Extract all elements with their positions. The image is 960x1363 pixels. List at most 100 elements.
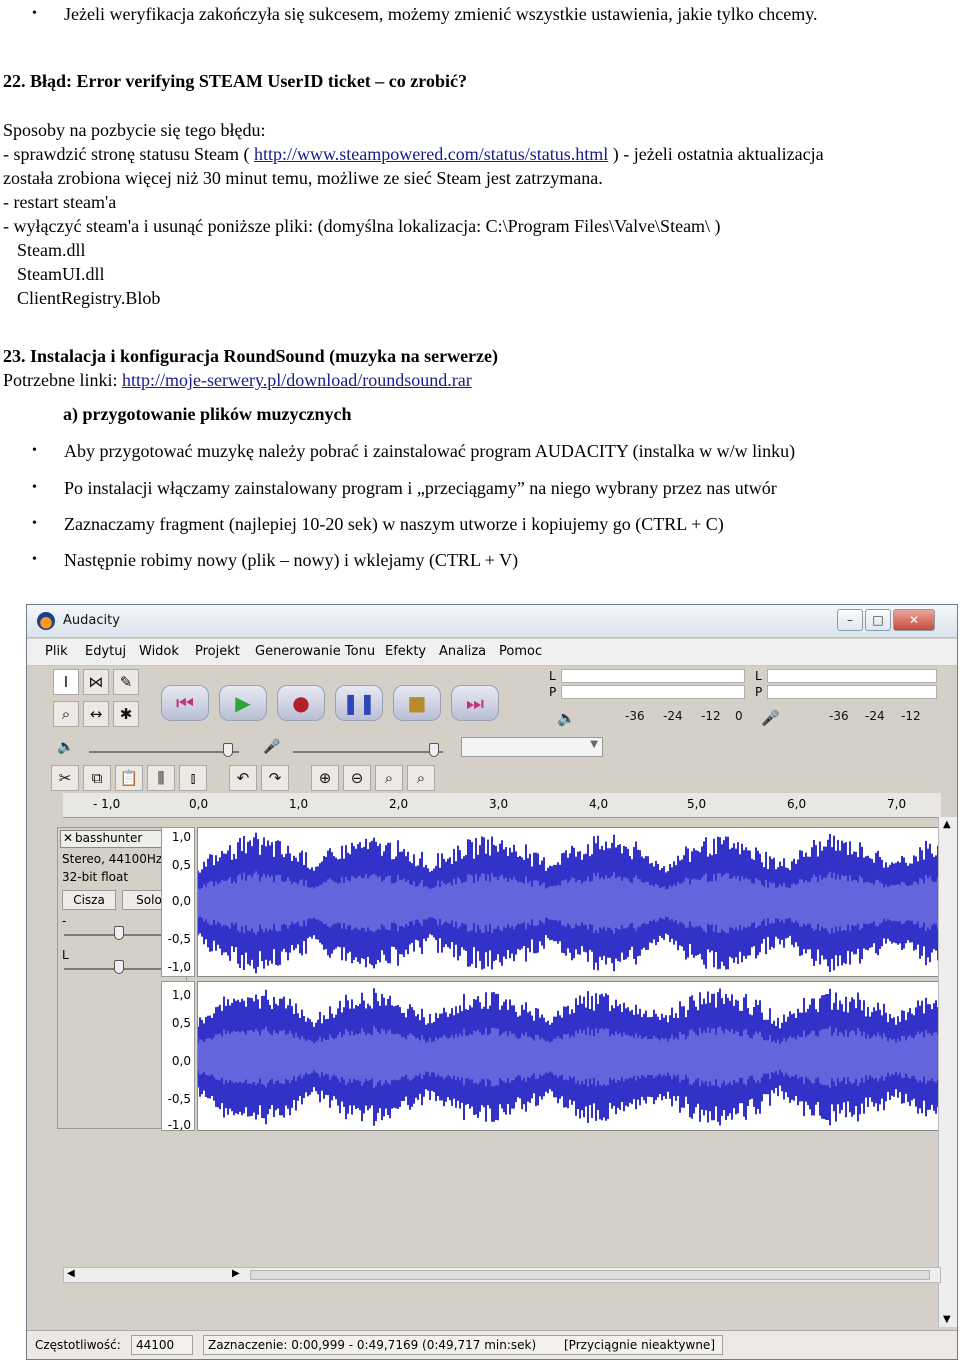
record-meter-left: [767, 669, 937, 683]
section-22-title: 22. Błąd: Error verifying STEAM UserID t…: [3, 71, 467, 91]
pause-icon[interactable]: ❚❚: [335, 685, 383, 721]
status-check-line: - sprawdzić stronę statusu Steam ( http:…: [3, 143, 824, 165]
vertical-scale-left: 1,0 0,5 0,0 -0,5 -1,0: [161, 827, 195, 977]
scroll-left-icon[interactable]: ◀: [67, 1268, 75, 1279]
play-icon[interactable]: ▶: [219, 685, 267, 721]
ruler-tick: 3,0: [489, 797, 509, 811]
audacity-logo-icon: [37, 612, 55, 630]
gain-thumb[interactable]: [114, 926, 124, 940]
menu-project[interactable]: Projekt: [195, 644, 240, 659]
playback-meter-right: [561, 685, 745, 699]
envelope-tool-icon[interactable]: ⋈: [83, 669, 109, 695]
waveform-left-channel[interactable]: [197, 827, 941, 977]
project-rate-value[interactable]: 44100: [131, 1335, 193, 1355]
status-check-post: ) - jeżeli ostatnia aktualizacja: [608, 144, 824, 164]
trim-icon[interactable]: ⫼: [147, 765, 175, 791]
menu-generate[interactable]: Generowanie Tonu: [255, 644, 375, 659]
mute-button[interactable]: Cisza: [62, 890, 116, 910]
menu-bar: Plik Edytuj Widok Projekt Generowanie To…: [27, 639, 957, 666]
redo-icon[interactable]: ↷: [261, 765, 289, 791]
track-name: basshunter: [75, 831, 143, 845]
zoom-tool-icon[interactable]: ⌕: [53, 701, 79, 727]
chevron-down-icon: ▼: [590, 739, 598, 750]
scale-tick: -0,5: [167, 932, 191, 946]
status-check-pre: - sprawdzić stronę statusu Steam (: [3, 144, 254, 164]
undo-icon[interactable]: ↶: [229, 765, 257, 791]
playback-meter-left-label: L: [549, 669, 556, 683]
ruler-tick: 2,0: [389, 797, 409, 811]
draw-tool-icon[interactable]: ✎: [113, 669, 139, 695]
subsection-a-title: a) przygotowanie plików muzycznych: [63, 404, 352, 424]
copy-icon[interactable]: ⧉: [83, 765, 111, 791]
maximize-button[interactable]: □: [865, 609, 891, 631]
horizontal-scrollbar[interactable]: ◀ ▶: [63, 1267, 941, 1283]
scroll-right-icon[interactable]: ▶: [232, 1268, 240, 1279]
output-volume-icon: 🔈: [57, 739, 75, 755]
paste-icon[interactable]: 📋: [115, 765, 143, 791]
title-bar: Audacity – □ ✕: [27, 605, 957, 638]
menu-help[interactable]: Pomoc: [499, 644, 542, 659]
scroll-down-icon[interactable]: ▼: [943, 1314, 951, 1325]
cut-icon[interactable]: ✂: [51, 765, 79, 791]
vertical-scrollbar[interactable]: ▲ ▼: [938, 817, 957, 1327]
menu-effects[interactable]: Efekty: [385, 644, 426, 659]
file-steamui-dll: SteamUI.dll: [17, 264, 105, 284]
menu-file[interactable]: Plik: [45, 644, 68, 659]
fit-selection-icon[interactable]: ⌕: [375, 765, 403, 791]
input-volume-slider[interactable]: [293, 751, 443, 753]
menu-edit[interactable]: Edytuj: [85, 644, 126, 659]
playback-meter-left: [561, 669, 745, 683]
file-steam-dll: Steam.dll: [17, 240, 86, 260]
links-line: Potrzebne linki: http://moje-serwery.pl/…: [3, 369, 472, 391]
timeshift-tool-icon[interactable]: ↔: [83, 701, 109, 727]
meter-db-tick: -12: [701, 709, 721, 723]
waveform-right-svg: [198, 988, 940, 1126]
skip-start-icon[interactable]: ⏮: [161, 685, 209, 721]
meter-db-tick: 0: [735, 709, 743, 723]
waveform-right-channel[interactable]: [197, 981, 941, 1131]
selection-status: Zaznaczenie: 0:00,999 - 0:49,7169 (0:49,…: [203, 1335, 723, 1355]
scale-tick: -1,0: [167, 960, 191, 974]
bullet-glyph: •: [32, 516, 37, 531]
record-meter-left-label: L: [755, 669, 762, 683]
selection-text: Zaznaczenie: 0:00,999 - 0:49,7169 (0:49,…: [208, 1338, 537, 1352]
delete-files-line: - wyłączyć steam'a i usunąć poniższe pli…: [3, 216, 721, 236]
stop-icon[interactable]: ■: [393, 685, 441, 721]
steam-status-link[interactable]: http://www.steampowered.com/status/statu…: [254, 144, 608, 164]
zoom-in-icon[interactable]: ⊕: [311, 765, 339, 791]
scroll-up-icon[interactable]: ▲: [943, 819, 951, 830]
close-button[interactable]: ✕: [893, 609, 935, 631]
input-volume-icon: 🎤: [263, 739, 281, 755]
restart-line: - restart steam'a: [3, 192, 117, 212]
input-source-select[interactable]: ▼: [461, 737, 603, 757]
timeline-ruler[interactable]: - 1,0 0,0 1,0 2,0 3,0 4,0 5,0 6,0 7,0: [63, 793, 941, 818]
minimize-button[interactable]: –: [837, 609, 863, 631]
selection-tool-icon[interactable]: I: [53, 669, 79, 695]
ruler-tick: 1,0: [289, 797, 309, 811]
microphone-icon[interactable]: 🎤: [761, 709, 780, 727]
track-close-icon[interactable]: ✕: [63, 831, 73, 845]
fit-project-icon[interactable]: ⌕: [407, 765, 435, 791]
ruler-tick: 7,0: [887, 797, 907, 811]
ruler-tick: - 1,0: [93, 797, 121, 811]
menu-view[interactable]: Widok: [139, 644, 179, 659]
ruler-tick: 5,0: [687, 797, 707, 811]
ruler-tick: 0,0: [189, 797, 209, 811]
silence-icon[interactable]: ⫾: [179, 765, 207, 791]
playback-meter-right-label: P: [549, 685, 557, 699]
scroll-thumb[interactable]: [250, 1270, 930, 1280]
multi-tool-icon[interactable]: ✱: [113, 701, 139, 727]
skip-end-icon[interactable]: ⏭: [451, 685, 499, 721]
record-icon[interactable]: ●: [277, 685, 325, 721]
output-volume-slider[interactable]: [89, 751, 239, 753]
scale-tick: 0,0: [171, 1054, 191, 1068]
input-volume-thumb[interactable]: [429, 743, 439, 757]
menu-analyze[interactable]: Analiza: [439, 644, 486, 659]
zoom-out-icon[interactable]: ⊖: [343, 765, 371, 791]
bullet-item: Po instalacji włączamy zainstalowany pro…: [64, 478, 777, 498]
speaker-icon[interactable]: 🔈: [557, 709, 576, 727]
roundsound-download-link[interactable]: http://moje-serwery.pl/download/roundsou…: [122, 370, 472, 390]
pan-thumb[interactable]: [114, 960, 124, 974]
output-volume-thumb[interactable]: [223, 743, 233, 757]
meter-db-tick: -24: [663, 709, 683, 723]
